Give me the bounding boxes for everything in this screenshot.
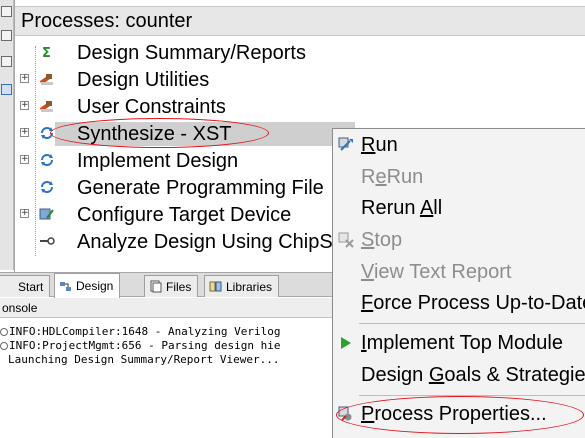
info-icon bbox=[0, 342, 8, 350]
menu-label: Rerun All bbox=[361, 197, 443, 219]
console-text: Launching Design Summary/Report Viewer..… bbox=[8, 353, 280, 366]
process-context-menu: Run ReRun Rerun All Stop View Text Repor… bbox=[332, 128, 585, 438]
process-item-design-utilities[interactable]: + Design Utilities bbox=[15, 67, 585, 93]
process-item-design-summary[interactable]: Σ Design Summary/Reports bbox=[15, 40, 585, 66]
tools-icon bbox=[37, 70, 57, 88]
process-label: User Constraints bbox=[77, 96, 226, 118]
tab-libraries[interactable]: Libraries bbox=[204, 275, 280, 297]
process-label: Configure Target Device bbox=[77, 204, 292, 226]
process-label: Design Summary/Reports bbox=[77, 42, 306, 64]
tools-icon bbox=[37, 97, 57, 115]
toolbar-tool-icon[interactable] bbox=[1, 6, 12, 17]
console-text: INFO:HDLCompiler:1648 - Analyzing Verilo… bbox=[9, 325, 281, 338]
probe-icon bbox=[37, 232, 57, 250]
menu-label: Process Properties... bbox=[361, 403, 547, 425]
menu-label: Force Process Up-to-Date bbox=[361, 292, 585, 314]
menu-label: ReRun bbox=[361, 166, 424, 188]
process-label: Implement Design bbox=[77, 150, 239, 172]
sigma-icon: Σ bbox=[37, 43, 57, 61]
run-icon bbox=[337, 136, 355, 154]
processes-panel-header: Processes: counter bbox=[15, 6, 585, 36]
processes-panel-title: Processes: counter bbox=[21, 10, 193, 32]
device-icon bbox=[37, 205, 57, 223]
console-line: INFO:ProjectMgmt:656 - Parsing design hi… bbox=[0, 339, 281, 353]
menu-item-design-goals[interactable]: Design Goals & Strategies bbox=[333, 360, 585, 390]
files-icon bbox=[149, 280, 162, 293]
menu-item-rerun[interactable]: ReRun bbox=[333, 162, 585, 192]
menu-separator bbox=[359, 395, 585, 396]
console-title: onsole bbox=[2, 301, 38, 315]
menu-label: Run bbox=[361, 134, 398, 156]
tab-design[interactable]: Design bbox=[54, 273, 121, 298]
refresh-icon bbox=[37, 124, 57, 142]
svg-text:Σ: Σ bbox=[42, 46, 51, 60]
start-icon bbox=[1, 280, 14, 293]
process-label: Design Utilities bbox=[77, 69, 210, 91]
menu-label: Design Goals & Strategies bbox=[361, 364, 585, 386]
tab-label: Design bbox=[76, 279, 114, 293]
toolbar-tool-icon[interactable] bbox=[1, 56, 12, 67]
left-toolbar-strip bbox=[0, 0, 14, 270]
process-item-user-constraints[interactable]: + User Constraints bbox=[15, 94, 585, 120]
tab-label: Libraries bbox=[226, 279, 273, 294]
menu-item-rerun-all[interactable]: Rerun All bbox=[333, 193, 585, 223]
expand-plus-icon[interactable]: + bbox=[20, 128, 29, 137]
expand-plus-icon[interactable]: + bbox=[20, 155, 29, 164]
menu-item-implement-top-module[interactable]: Implement Top Module bbox=[333, 328, 585, 358]
menu-item-stop[interactable]: Stop bbox=[333, 225, 585, 255]
menu-separator bbox=[359, 323, 585, 324]
refresh-icon bbox=[37, 151, 57, 169]
expand-plus-icon[interactable]: + bbox=[20, 74, 29, 83]
console-line: Launching Design Summary/Report Viewer..… bbox=[8, 353, 280, 367]
menu-item-force-up-to-date[interactable]: Force Process Up-to-Date bbox=[333, 288, 585, 318]
design-icon bbox=[59, 280, 72, 293]
toolbar-tool-icon[interactable] bbox=[1, 30, 12, 41]
tab-label: Files bbox=[166, 279, 192, 294]
menu-item-process-properties[interactable]: Process Properties... bbox=[333, 399, 585, 429]
libraries-icon bbox=[209, 280, 222, 293]
tab-label: Start bbox=[18, 279, 44, 294]
play-icon bbox=[337, 334, 355, 352]
expand-plus-icon[interactable]: + bbox=[20, 209, 29, 218]
refresh-icon bbox=[37, 178, 57, 196]
menu-label: Stop bbox=[361, 229, 403, 251]
toolbar-window-icon[interactable] bbox=[1, 84, 12, 95]
info-icon bbox=[0, 328, 8, 336]
menu-item-view-text-report[interactable]: View Text Report bbox=[333, 257, 585, 287]
tab-files[interactable]: Files bbox=[144, 275, 199, 297]
stop-icon bbox=[337, 231, 355, 249]
process-label: Synthesize - XST bbox=[77, 123, 232, 145]
expand-plus-icon[interactable]: + bbox=[20, 101, 29, 110]
menu-label: View Text Report bbox=[361, 261, 512, 283]
tab-start[interactable]: Start bbox=[0, 275, 51, 297]
menu-label: Implement Top Module bbox=[361, 332, 563, 354]
menu-item-run[interactable]: Run bbox=[333, 130, 585, 160]
console-line: INFO:HDLCompiler:1648 - Analyzing Verilo… bbox=[0, 325, 281, 339]
properties-icon bbox=[337, 405, 355, 423]
console-text: INFO:ProjectMgmt:656 - Parsing design hi… bbox=[9, 339, 281, 352]
process-label: Generate Programming File bbox=[77, 177, 324, 199]
